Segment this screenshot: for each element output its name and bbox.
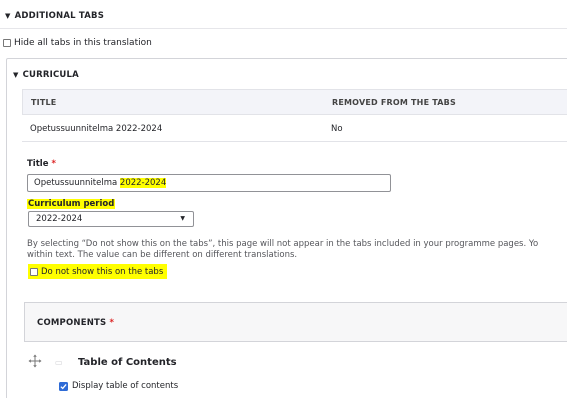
column-header-title: TITLE: [31, 97, 57, 107]
help-text-line-2: within text. The value can be different …: [27, 250, 298, 260]
curricula-toggle[interactable]: ▼ CURRICULA: [13, 70, 79, 80]
title-value-prefix: Opetussuunnitelma: [34, 178, 120, 188]
help-text-line-1: By selecting “Do not show this on the ta…: [27, 239, 539, 249]
title-label-text: Title: [27, 159, 49, 169]
section-divider: [0, 28, 567, 29]
required-mark: *: [51, 159, 56, 169]
curriculum-period-label: Curriculum period: [27, 199, 116, 209]
checkbox-box[interactable]: [3, 39, 11, 47]
curricula-label: CURRICULA: [22, 70, 79, 80]
components-label-wrap: COMPONENTS *: [37, 318, 114, 328]
help-text: By selecting “Do not show this on the ta…: [27, 239, 567, 261]
triangle-down-icon: ▼: [5, 11, 11, 20]
title-value-highlight: 2022-2024: [119, 178, 167, 188]
curriculum-period-value: 2022-2024: [36, 214, 83, 224]
checkbox-box[interactable]: [30, 267, 38, 276]
hide-all-tabs-label: Hide all tabs in this translation: [14, 38, 152, 48]
table-row[interactable]: Opetussuunnitelma 2022-2024 No: [22, 115, 567, 142]
hide-all-tabs-checkbox[interactable]: Hide all tabs in this translation: [3, 38, 152, 48]
checkmark-icon: [60, 383, 67, 389]
components-label: COMPONENTS: [37, 318, 107, 328]
cell-removed: No: [331, 124, 343, 134]
do-not-show-checkbox[interactable]: Do not show this on the tabs: [28, 264, 168, 279]
display-toc-label: Display table of contents: [72, 381, 179, 391]
do-not-show-label: Do not show this on the tabs: [41, 266, 164, 277]
drag-handle-icon[interactable]: [28, 354, 42, 368]
required-mark: *: [109, 318, 115, 328]
title-input[interactable]: Opetussuunnitelma 2022-2024: [27, 174, 391, 192]
column-header-removed: REMOVED FROM THE TABS: [332, 97, 456, 107]
cell-title: Opetussuunnitelma 2022-2024: [30, 124, 163, 134]
paragraph-icon: ▭: [55, 358, 63, 367]
checkbox-checked[interactable]: [59, 381, 68, 391]
curriculum-period-select[interactable]: 2022-2024 ▼: [28, 211, 194, 227]
table-header: TITLE REMOVED FROM THE TABS: [22, 89, 567, 115]
display-toc-checkbox[interactable]: Display table of contents: [59, 381, 178, 391]
component-title: Table of Contents: [78, 357, 177, 368]
additional-tabs-toggle[interactable]: ▼ ADDITIONAL TABS: [5, 10, 104, 22]
title-field-label: Title *: [27, 159, 56, 169]
triangle-down-icon: ▼: [13, 70, 19, 79]
chevron-down-icon: ▼: [180, 215, 185, 222]
additional-tabs-label: ADDITIONAL TABS: [14, 11, 105, 21]
